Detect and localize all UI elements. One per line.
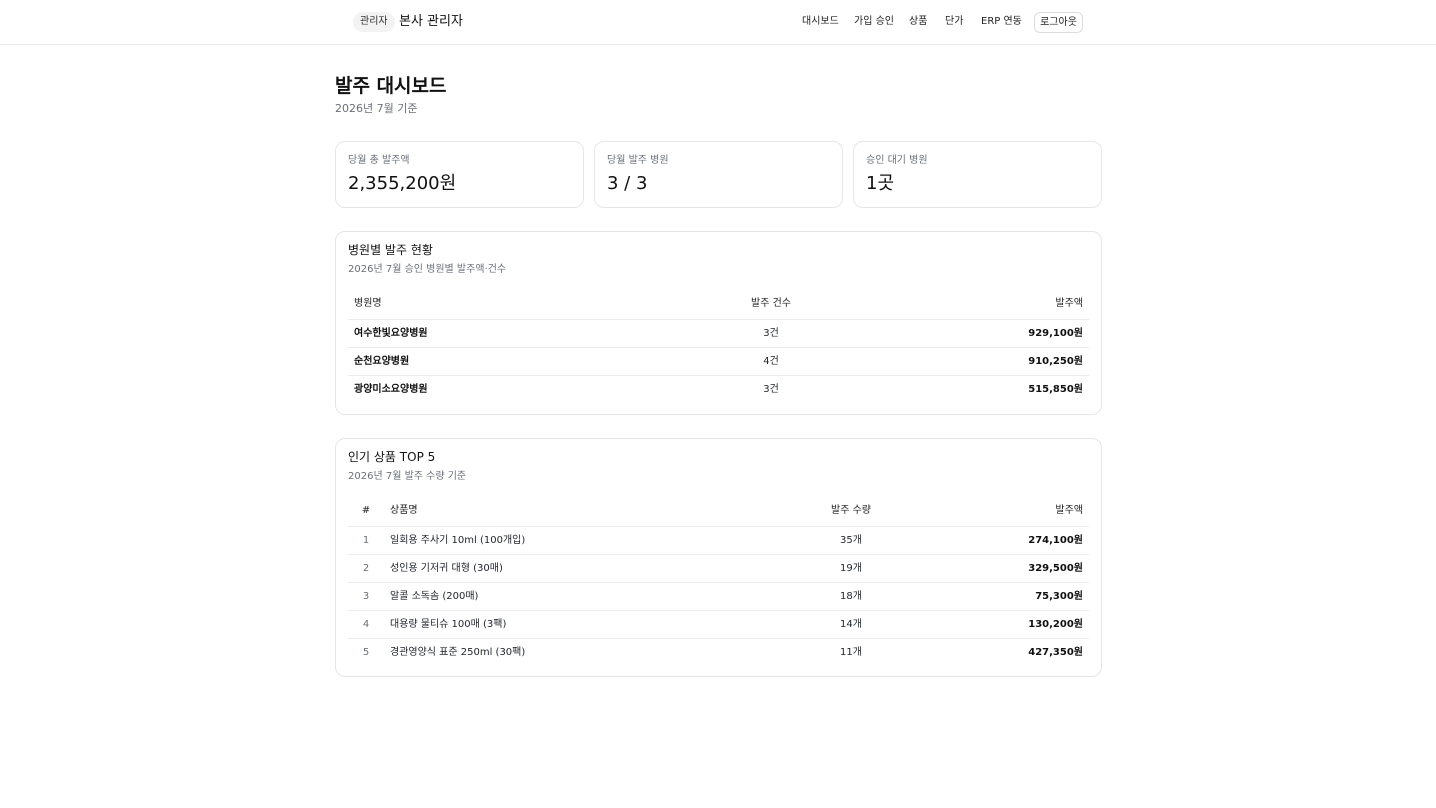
stat-card-total-order-amount: 당월 총 발주액 2,355,200원 (335, 141, 584, 208)
role-badge: 관리자 (353, 12, 395, 32)
table-row: 광양미소요양병원 3건 515,850원 (348, 375, 1089, 403)
page-title: 발주 대시보드 (335, 75, 447, 97)
table-row: 5 경관영양식 표준 250ml (30팩) 11개 427,350원 (348, 638, 1089, 666)
table-row: 2 성인용 기저귀 대형 (30매) 19개 329,500원 (348, 554, 1089, 582)
column-header-order-amount: 발주액 (1055, 298, 1083, 309)
column-header-order-amount: 발주액 (1055, 505, 1083, 516)
order-amount: 929,100원 (1028, 328, 1083, 339)
nav-unit-price[interactable]: 단가 (945, 13, 963, 31)
product-name: 일회용 주사기 10ml (100개입) (390, 535, 526, 546)
product-amount: 274,100원 (1028, 535, 1083, 546)
nav-products[interactable]: 상품 (909, 13, 927, 31)
hospital-orders-card: 병원별 발주 현황 2026년 7월 승인 병원별 발주액·건수 병원명 발주 … (335, 231, 1102, 415)
table-row: 3 알콜 소독솜 (200매) 18개 75,300원 (348, 582, 1089, 610)
top-products-card: 인기 상품 TOP 5 2026년 7월 발주 수량 기준 # 상품명 발주 수… (335, 438, 1102, 677)
table-row: 4 대용량 물티슈 100매 (3팩) 14개 130,200원 (348, 610, 1089, 638)
card-subtitle: 2026년 7월 승인 병원별 발주액·건수 (348, 264, 507, 275)
stat-value: 2,355,200원 (348, 173, 457, 194)
table-row: 순천요양병원 4건 910,250원 (348, 347, 1089, 375)
column-header-product: 상품명 (390, 505, 418, 516)
hospital-name: 순천요양병원 (354, 356, 410, 367)
product-amount: 130,200원 (1028, 619, 1083, 630)
order-amount: 910,250원 (1028, 356, 1083, 367)
stat-card-ordering-hospitals: 당월 발주 병원 3 / 3 (594, 141, 843, 208)
stat-label: 당월 총 발주액 (348, 155, 410, 166)
product-amount: 75,300원 (1035, 591, 1083, 602)
table-header-row: 병원명 발주 건수 발주액 (348, 290, 1089, 318)
order-amount: 515,850원 (1028, 384, 1083, 395)
stat-value: 3 / 3 (607, 173, 648, 194)
nav-signup-approval[interactable]: 가입 승인 (854, 13, 894, 31)
product-name: 대용량 물티슈 100매 (3팩) (390, 619, 507, 630)
stat-card-pending-hospitals: 승인 대기 병원 1곳 (853, 141, 1102, 208)
table-row: 1 일회용 주사기 10ml (100개입) 35개 274,100원 (348, 526, 1089, 554)
logout-button[interactable]: 로그아웃 (1034, 12, 1083, 33)
card-title: 병원별 발주 현황 (348, 243, 433, 257)
nav-dashboard[interactable]: 대시보드 (802, 13, 839, 31)
app-title[interactable]: 본사 관리자 (399, 12, 463, 32)
stat-value: 1곳 (866, 173, 895, 194)
hospital-name: 광양미소요양병원 (354, 384, 428, 395)
product-amount: 427,350원 (1028, 647, 1083, 658)
stat-label: 당월 발주 병원 (607, 155, 669, 166)
table-row: 여수한빛요양병원 3건 929,100원 (348, 319, 1089, 347)
nav-erp-integration[interactable]: ERP 연동 (981, 13, 1022, 31)
top-navigation-bar: 관리자 본사 관리자 대시보드 가입 승인 상품 단가 ERP 연동 로그아웃 (0, 0, 1436, 45)
card-subtitle: 2026년 7월 발주 수량 기준 (348, 471, 467, 482)
table-header-row: # 상품명 발주 수량 발주액 (348, 497, 1089, 525)
column-header-hospital: 병원명 (354, 298, 382, 309)
card-title: 인기 상품 TOP 5 (348, 450, 436, 464)
product-name: 성인용 기저귀 대형 (30매) (390, 563, 503, 574)
product-amount: 329,500원 (1028, 563, 1083, 574)
stat-label: 승인 대기 병원 (866, 155, 928, 166)
product-name: 경관영양식 표준 250ml (30팩) (390, 647, 526, 658)
page-subtitle: 2026년 7월 기준 (335, 102, 418, 115)
product-name: 알콜 소독솜 (200매) (390, 591, 479, 602)
hospital-name: 여수한빛요양병원 (354, 328, 428, 339)
